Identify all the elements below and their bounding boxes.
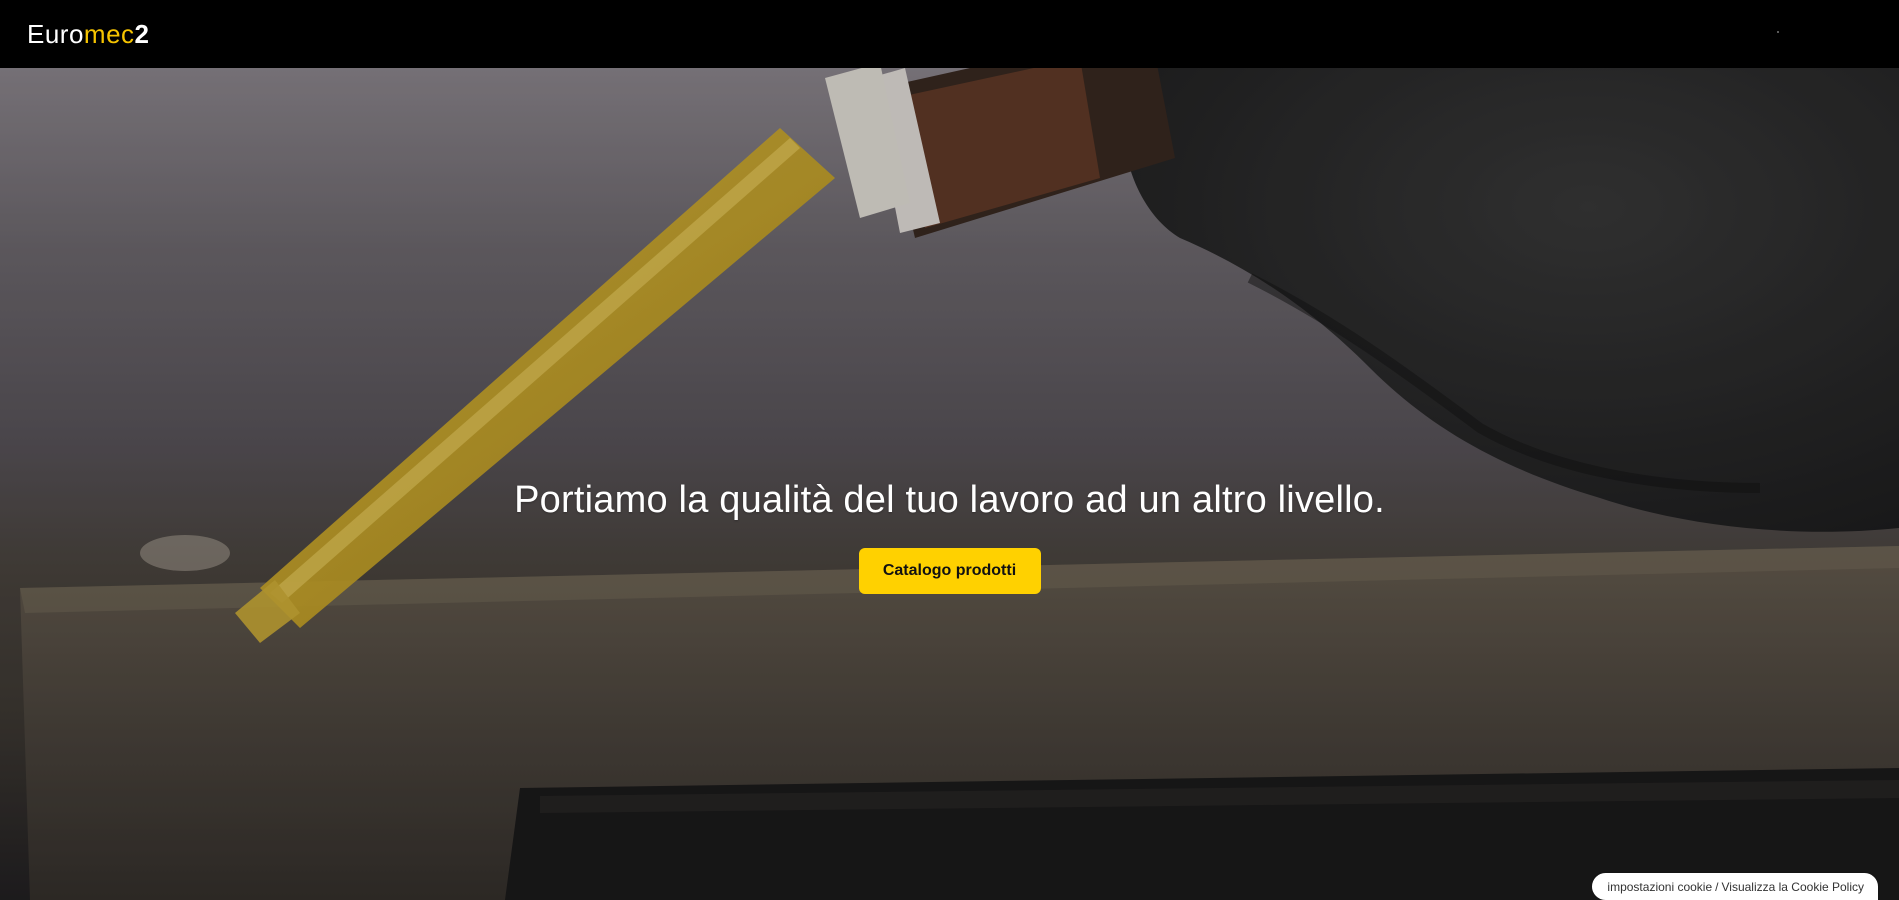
top-header: Euro mec 2 — [0, 0, 1899, 68]
hero-content: Portiamo la qualità del tuo lavoro ad un… — [0, 478, 1899, 594]
logo-text-2: 2 — [134, 19, 150, 49]
cookie-separator: / — [1715, 879, 1719, 894]
menu-dot-icon — [1777, 31, 1779, 33]
hero-headline: Portiamo la qualità del tuo lavoro ad un… — [514, 479, 1385, 521]
logo-text-mec: mec — [83, 19, 135, 49]
catalog-button[interactable]: Catalogo prodotti — [858, 547, 1041, 594]
cookie-settings-link[interactable]: impostazioni cookie — [1607, 880, 1712, 894]
euromec2-logo[interactable]: Euro mec 2 — [27, 21, 150, 47]
cookie-banner: impostazioni cookie / Visualizza la Cook… — [1592, 873, 1878, 900]
hero-section: Portiamo la qualità del tuo lavoro ad un… — [0, 68, 1899, 900]
logo-text-euro: Euro — [27, 19, 84, 49]
cookie-policy-link[interactable]: Visualizza la Cookie Policy — [1721, 880, 1864, 894]
